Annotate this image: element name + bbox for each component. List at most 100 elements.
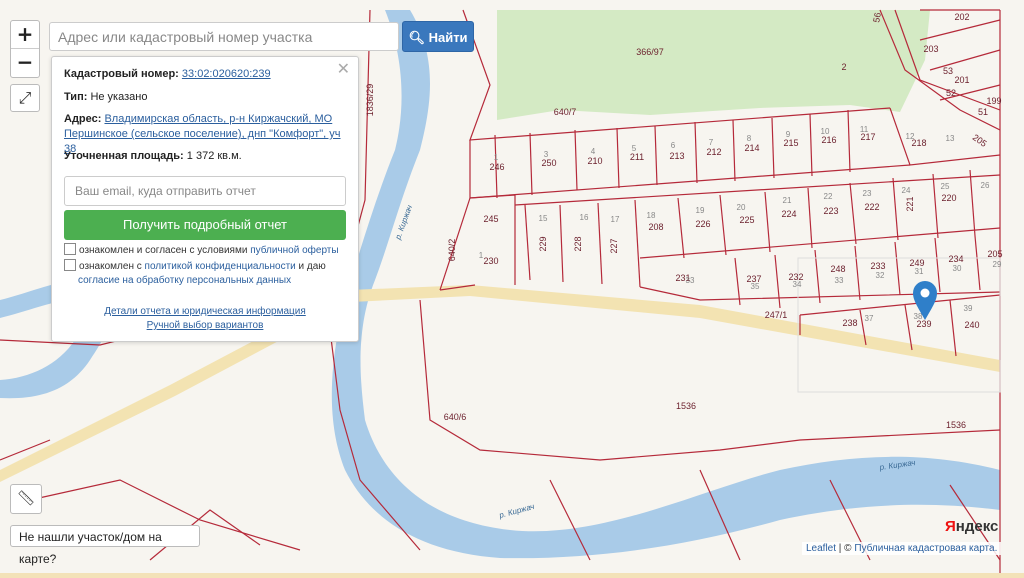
parcel-label: 202: [954, 12, 969, 22]
parcel-number-label: 33: [686, 276, 695, 285]
address-label: Адрес:: [64, 113, 102, 125]
privacy-link[interactable]: политикой конфиденциальности: [145, 261, 296, 272]
parcel-number-label: 37: [865, 314, 874, 323]
search-button-label: Найти: [428, 30, 468, 45]
parcel-label: 221: [905, 196, 915, 211]
parcel-number-label: 17: [611, 215, 620, 224]
parcel-number-label: 29: [993, 260, 1002, 269]
parcel-label: 205: [987, 249, 1002, 259]
parcel-number-label: 20: [737, 203, 746, 212]
parcel-number-label: 1: [494, 153, 499, 162]
parcel-label: 640/6: [444, 412, 467, 422]
parcel-label: 203: [923, 44, 938, 54]
parcel-number-label: 7: [709, 138, 714, 147]
parcel-label: 208: [648, 222, 663, 232]
personal-data-link[interactable]: согласие на обработку персональных данны…: [78, 275, 291, 286]
parcel-number-label: 35: [751, 282, 760, 291]
area-row: Уточненная площадь: 1 372 кв.м.: [64, 149, 346, 164]
parcel-label: 212: [706, 147, 721, 157]
address-link-1[interactable]: Владимирская область, р-н Киржачский, МО: [104, 113, 332, 125]
email-field[interactable]: [64, 176, 346, 206]
parcel-number-label: 10: [821, 127, 830, 136]
area-value: 1 372 кв.м.: [186, 150, 242, 162]
parcel-number-label: 8: [747, 134, 752, 143]
parcel-number-label: 15: [539, 214, 548, 223]
parcel-label: 223: [823, 206, 838, 216]
fullscreen-icon[interactable]: ⤢: [10, 84, 40, 112]
consent-offer-text: ознакомлен и согласен с условиями: [79, 245, 248, 256]
parcel-number-label: 9: [786, 130, 791, 139]
parcel-label: 51: [978, 107, 988, 117]
consent-and-text: и даю: [298, 261, 326, 272]
parcel-number-label: 4: [591, 147, 596, 156]
parcel-label: 640/7: [554, 107, 577, 117]
zoom-in-button[interactable]: +: [11, 21, 39, 48]
zoom-out-button[interactable]: −: [11, 48, 39, 76]
search-icon: 🔍︎: [408, 30, 425, 45]
type-row: Тип: Не указано: [64, 90, 346, 105]
parcel-number-label: 34: [793, 280, 802, 289]
parcel-number-label: 16: [580, 213, 589, 222]
cadastral-number-row: Кадастровый номер: 33:02:020620:239: [64, 67, 346, 82]
parcel-number-label: 1: [479, 251, 484, 260]
offer-link[interactable]: публичной оферты: [250, 245, 338, 256]
forest-area: [497, 10, 930, 120]
parcel-label: 220: [941, 193, 956, 203]
logo-rest: ндекс: [955, 518, 999, 535]
parcel-label: 225: [739, 215, 754, 225]
parcel-label: 213: [669, 151, 684, 161]
parcel-number-label: 5: [632, 144, 637, 153]
parcel-number-label: 39: [964, 304, 973, 313]
parcel-label: 222: [864, 202, 879, 212]
parcel-label: 230: [483, 256, 498, 266]
parcel-label: 366/97: [636, 47, 664, 57]
parcel-number-label: 11: [860, 125, 869, 134]
parcel-label: 227: [609, 238, 619, 253]
manual-select-link[interactable]: Ручной выбор вариантов: [52, 320, 358, 331]
get-report-button[interactable]: Получить подробный отчет: [64, 210, 346, 240]
parcel-label: 52: [946, 88, 956, 98]
parcel-number-label: 24: [902, 186, 911, 195]
parcel-label: 1536: [946, 420, 966, 430]
logo-first-letter: Я: [945, 518, 956, 535]
parcel-number-label: 21: [783, 196, 792, 205]
parcel-label: 233: [870, 261, 885, 271]
parcel-number-label: 6: [671, 141, 676, 150]
search-button[interactable]: 🔍︎ Найти: [402, 21, 474, 52]
parcel-label: 201: [954, 75, 969, 85]
parcel-label: 245: [483, 214, 498, 224]
not-found-button[interactable]: Не нашли участок/дом на карте?: [10, 525, 200, 566]
parcel-number-label: 3: [544, 150, 549, 159]
parcel-label: 248: [830, 264, 845, 274]
ruler-icon[interactable]: 📏︎: [10, 484, 42, 514]
parcel-label: 240: [964, 320, 979, 330]
cadastral-link[interactable]: 33:02:020620:239: [182, 68, 271, 80]
area-label: Уточненная площадь:: [64, 150, 184, 162]
parcel-label: 53: [943, 66, 953, 76]
attribution: Leaflet | © Публичная кадастровая карта.: [802, 542, 1002, 555]
parcel-number-label: 32: [876, 271, 885, 280]
parcel-label: 214: [744, 143, 759, 153]
details-link[interactable]: Детали отчета и юридическая информация: [52, 306, 358, 317]
parcel-label: 1536: [676, 401, 696, 411]
consent-offer-checkbox[interactable]: [64, 243, 76, 255]
parcel-label: 210: [587, 156, 602, 166]
parcel-label: 224: [781, 209, 796, 219]
leaflet-link[interactable]: Leaflet: [806, 543, 836, 554]
search-input[interactable]: [49, 22, 399, 51]
parcel-label: 229: [538, 236, 548, 251]
parcel-number-label: 22: [824, 192, 833, 201]
zoom-control: + −: [10, 20, 40, 78]
parcel-number-label: 25: [941, 182, 950, 191]
consent-privacy: ознакомлен с политикой конфиденциальност…: [64, 259, 354, 288]
parcel-label: 199: [986, 96, 1001, 106]
parcel-label: 246: [489, 162, 504, 172]
bottom-bar: [0, 573, 1024, 578]
pkk-link[interactable]: Публичная кадастровая карта.: [854, 543, 997, 554]
type-value: Не указано: [90, 91, 148, 103]
parcel-number-label: 33: [835, 276, 844, 285]
parcel-number-label: 23: [863, 189, 872, 198]
parcel-label: 250: [541, 158, 556, 168]
consent-privacy-checkbox[interactable]: [64, 259, 76, 271]
attribution-sep: | ©: [836, 543, 855, 554]
